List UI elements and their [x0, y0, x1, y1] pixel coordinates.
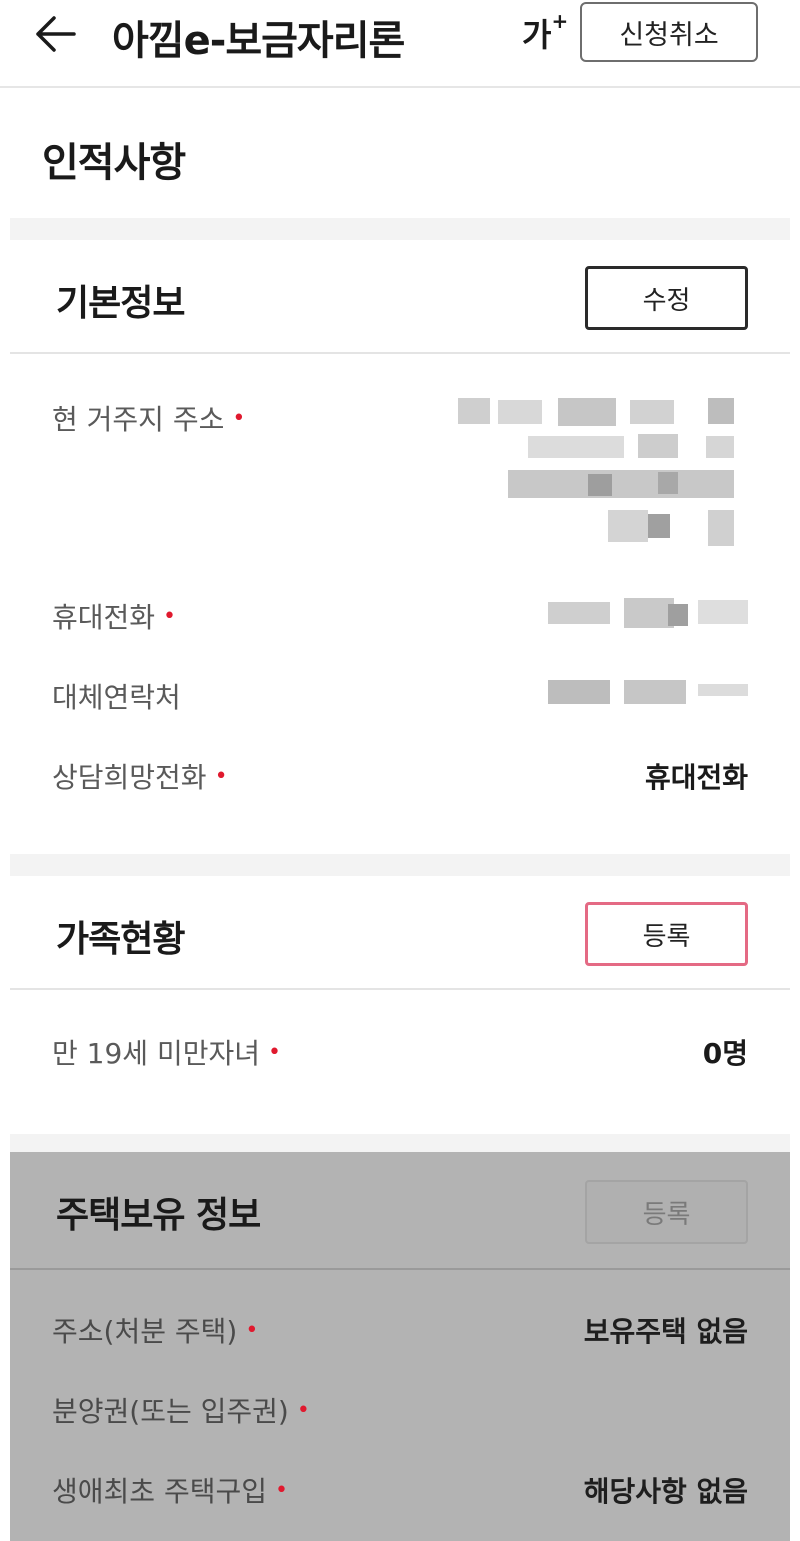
- row-label-text: 상담희망전화: [52, 761, 207, 794]
- row-label: 생애최초 주택구입 •: [52, 1470, 288, 1510]
- info-row-children: 만 19세 미만자녀 • 0명: [52, 1032, 748, 1072]
- font-size-icon[interactable]: 가+: [522, 9, 569, 56]
- row-label: 대체연락처: [52, 681, 181, 714]
- family-header: 가족현황 등록: [10, 876, 790, 990]
- back-arrow-icon[interactable]: [34, 14, 78, 54]
- basic-info-title: 기본정보: [56, 283, 185, 324]
- top-bar: 아낌e-보금자리론 가+ 신청취소: [0, 0, 800, 88]
- required-mark: •: [296, 1398, 310, 1423]
- required-mark: •: [214, 764, 228, 789]
- edit-button[interactable]: 수정: [585, 266, 748, 330]
- required-mark: •: [268, 1040, 281, 1065]
- row-label: 주소(처분 주택) •: [52, 1310, 258, 1350]
- row-label-text: 주소(처분 주택): [52, 1315, 238, 1348]
- row-label: 상담희망전화 •: [52, 756, 228, 796]
- row-label-text: 휴대전화: [52, 601, 156, 634]
- housing-title: 주택보유 정보: [56, 1195, 261, 1236]
- housing-header: 주택보유 정보 등록: [10, 1152, 790, 1270]
- info-row-consult-phone: 상담희망전화 • 휴대전화: [52, 756, 748, 796]
- row-value: 0명: [702, 1037, 748, 1070]
- section-divider: [10, 854, 790, 876]
- row-label: 현 거주지 주소 •: [52, 398, 245, 438]
- info-row-first-purchase: 생애최초 주택구입 • 해당사항 없음: [52, 1470, 748, 1510]
- blurred-alt-contact: [548, 676, 748, 708]
- housing-register-button[interactable]: 등록: [585, 1180, 748, 1244]
- info-row-address: 현 거주지 주소 •: [52, 398, 748, 558]
- row-label: 만 19세 미만자녀 •: [52, 1032, 281, 1072]
- family-register-button[interactable]: 등록: [585, 902, 748, 966]
- row-label: 분양권(또는 입주권) •: [52, 1390, 310, 1430]
- row-label-text: 생애최초 주택구입: [52, 1475, 267, 1508]
- font-size-glyph: 가: [522, 16, 552, 54]
- basic-info-section: 기본정보 수정 현 거주지 주소 • 휴대전화 • 대체연락처 상담희망전화 •…: [10, 240, 790, 854]
- blurred-mobile: [548, 596, 748, 632]
- row-label-text: 현 거주지 주소: [52, 403, 225, 436]
- page-title: 인적사항: [42, 140, 186, 186]
- required-mark: •: [163, 604, 177, 629]
- info-row-mobile: 휴대전화 •: [52, 596, 748, 636]
- cancel-application-button[interactable]: 신청취소: [580, 2, 758, 62]
- blurred-address: [458, 398, 748, 548]
- family-title: 가족현황: [56, 919, 185, 960]
- housing-section: 주택보유 정보 등록 주소(처분 주택) • 보유주택 없음 분양권(또는 입주권…: [10, 1152, 790, 1541]
- row-value: 휴대전화: [644, 761, 748, 794]
- info-row-alt-contact: 대체연락처: [52, 676, 748, 716]
- font-size-plus: +: [551, 9, 569, 34]
- row-label-text: 만 19세 미만자녀: [52, 1037, 260, 1070]
- required-mark: •: [274, 1478, 288, 1503]
- row-value: 해당사항 없음: [583, 1475, 748, 1508]
- row-label: 휴대전화 •: [52, 596, 176, 636]
- app-title: 아낌e-보금자리론: [112, 18, 405, 64]
- required-mark: •: [232, 406, 246, 431]
- section-divider: [10, 218, 790, 240]
- row-value: 보유주택 없음: [583, 1315, 748, 1348]
- info-row-presale-right: 분양권(또는 입주권) •: [52, 1390, 748, 1430]
- basic-info-header: 기본정보 수정: [10, 240, 790, 354]
- family-section: 가족현황 등록 만 19세 미만자녀 • 0명: [10, 876, 790, 1134]
- info-row-disposal-address: 주소(처분 주택) • 보유주택 없음: [52, 1310, 748, 1350]
- section-divider: [10, 1134, 790, 1152]
- required-mark: •: [245, 1318, 259, 1343]
- row-label-text: 분양권(또는 입주권): [52, 1395, 289, 1428]
